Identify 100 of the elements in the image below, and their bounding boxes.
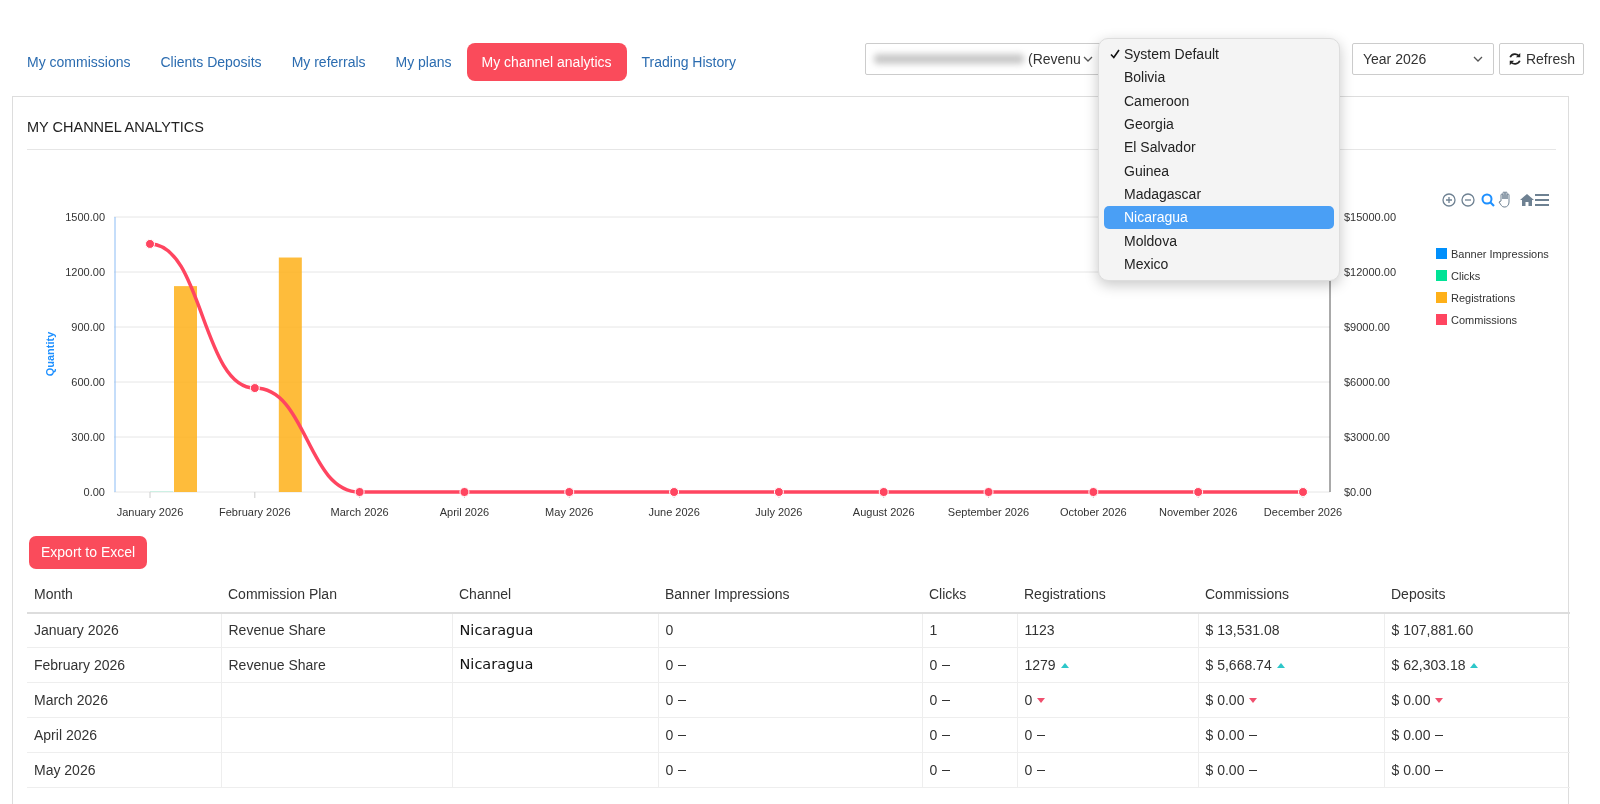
axis-tick-label: August 2026 [852,505,915,518]
dropdown-option[interactable]: Mexico [1104,252,1334,276]
chart-point [1088,486,1099,497]
axis-tick-label: $15000.00 [1344,210,1396,223]
table-cell-text: $ 0.00 [1391,690,1431,710]
nav-tab[interactable]: My commissions [12,43,146,81]
table-cell: Revenue Share [221,612,452,648]
account-select[interactable]: (Revenu [864,43,1102,75]
dropdown-option[interactable]: Bolivia [1104,66,1334,90]
dropdown-option[interactable]: Georgia [1104,112,1334,137]
menu-icon[interactable] [1534,193,1550,206]
dropdown-option[interactable]: System Default [1104,43,1334,67]
dropdown-option[interactable]: Guinea [1104,159,1334,183]
zoom-in-icon[interactable] [1442,193,1456,207]
table-cell-text: 1123 [1024,621,1055,640]
table-cell-text: 0 [1024,690,1033,710]
chart-point [669,486,680,497]
axis-tick-label: $12000.00 [1344,265,1396,278]
table-cell: February 2026 [27,647,221,683]
dropdown-option[interactable]: Moldova [1104,229,1334,253]
chart-point [1193,486,1204,497]
axis-title: Quantity [44,331,56,377]
chart-point [354,486,365,497]
axis-tick-label: September 2026 [947,505,1030,518]
table-cell: April 2026 [27,717,221,753]
table-cell-text: 1279 [1024,655,1056,675]
nav-tab[interactable]: Clients Deposits [145,43,277,81]
legend-label: Registrations [1451,291,1516,304]
table-cell: Nicaragua [452,612,658,648]
table-cell-text: $ 0.00 [1205,690,1245,710]
nav-tab[interactable]: Trading History [626,43,751,81]
refresh-button[interactable]: Refresh [1498,43,1584,75]
axis-tick-label: April 2026 [439,505,490,518]
axis-tick-label: May 2026 [545,505,594,518]
table-cell-text: 0 [929,655,938,675]
table-cell-text: 0 [1024,725,1033,745]
axis-tick-label: December 2026 [1263,505,1343,518]
axis-tick-label: July 2026 [755,505,803,518]
chart-point [773,486,784,497]
legend-label: Clicks [1451,269,1481,282]
caret-icon [1472,56,1483,62]
axis-tick-label: 1200.00 [65,265,105,278]
table-cell-text: $ 107,881.60 [1391,621,1474,640]
legend-swatch [1436,269,1447,281]
dropdown-option[interactable]: Cameroon [1104,89,1334,113]
axis-tick-label: March 2026 [330,505,389,518]
table-cell-text: 0 [665,621,674,640]
table-cell-text: 0 [929,690,938,710]
table-cell: January 2026 [27,612,221,648]
column-header: Registrations [1017,576,1198,613]
chart-point [878,486,889,497]
axis-tick-label: 300.00 [71,430,105,443]
table-cell: March 2026 [27,682,221,718]
table-cell-text: 0 [929,760,938,780]
nav-tab[interactable]: My referrals [276,43,381,81]
axis-tick-label: 1500.00 [65,210,105,223]
table-cell-text: 0 [665,655,674,675]
chart-point [1298,486,1308,497]
axis-tick-label: 0.00 [83,485,105,498]
home-icon[interactable] [1520,193,1534,206]
column-header: Month [27,576,221,613]
dropdown-option[interactable]: Madagascar [1104,182,1334,207]
zoom-out-icon[interactable] [1461,193,1475,207]
chart-point [249,382,260,393]
hand-icon[interactable] [1498,191,1510,208]
table-cell-text: $ 0.00 [1391,760,1431,780]
column-header: Deposits [1384,576,1570,613]
legend-label: Banner Impressions [1451,247,1549,260]
table-cell-text: $ 62,303.18 [1391,655,1466,675]
table-cell-text: 0 [665,690,674,710]
column-header: Channel [452,576,658,613]
axis-tick-label: November 2026 [1159,505,1238,518]
table-cell: Nicaragua [452,647,658,683]
year-select[interactable]: Year 2026 [1351,43,1494,75]
card-title: MY CHANNEL ANALYTICS [27,118,204,137]
table-cell-text: $ 0.00 [1205,760,1245,780]
chart-point [459,486,470,497]
table-cell: May 2026 [27,752,221,788]
table-cell-text: $ 0.00 [1391,725,1431,745]
table-cell-text: $ 0.00 [1205,725,1245,745]
chart-point [564,486,575,497]
legend-swatch [1436,247,1447,259]
axis-tick-label: $3000.00 [1344,430,1390,443]
axis-tick-label: June 2026 [648,505,700,518]
dropdown-option[interactable]: El Salvador [1104,136,1334,160]
column-header: Commissions [1198,576,1384,613]
axis-tick-label: January 2026 [116,505,184,518]
axis-tick-label: February 2026 [219,505,291,518]
table-cell-text: 0 [665,725,674,745]
table-cell-text: 0 [1024,760,1033,780]
chart-point [145,238,155,249]
axis-tick-label: $6000.00 [1344,375,1390,388]
table-cell-text: 1 [929,621,938,640]
chart-point [983,486,994,497]
refresh-icon [1507,52,1522,66]
table-cell-text: $ 5,668.74 [1205,655,1272,675]
column-header: Commission Plan [221,576,452,613]
nav-tab[interactable]: My plans [380,43,467,81]
search-icon[interactable] [1481,193,1495,207]
axis-tick-label: October 2026 [1060,505,1127,518]
